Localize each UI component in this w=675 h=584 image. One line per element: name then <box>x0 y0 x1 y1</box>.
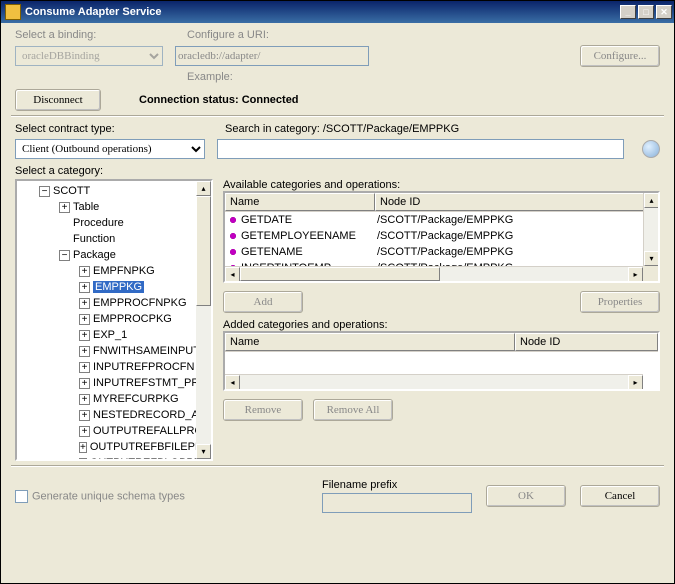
connection-status-label: Connection status: <box>139 94 239 106</box>
configure-button[interactable]: Configure... <box>580 45 660 67</box>
col-header-nodeid[interactable]: Node ID <box>515 333 658 351</box>
properties-button[interactable]: Properties <box>580 291 660 313</box>
search-icon[interactable] <box>642 140 660 158</box>
tree-node[interactable]: Function <box>73 233 115 245</box>
tree-leaf[interactable]: EXP_1 <box>93 329 127 341</box>
available-label: Available categories and operations: <box>223 179 660 191</box>
remove-all-button[interactable]: Remove All <box>313 399 393 421</box>
tree-leaf[interactable]: OUTPUTREFBLOBPROC <box>90 457 213 461</box>
app-icon <box>5 4 21 20</box>
cancel-button[interactable]: Cancel <box>580 485 660 507</box>
window-title: Consume Adapter Service <box>25 6 162 18</box>
tree-leaf[interactable]: OUTPUTREFBFILEPROC <box>90 441 213 453</box>
tree-leaf[interactable]: MYREFCURPKG <box>93 393 179 405</box>
tree-scrollbar[interactable]: ▴ ▾ <box>196 181 211 459</box>
added-list[interactable]: Name Node ID ◂▸ <box>223 331 660 391</box>
tree-leaf[interactable]: NESTEDRECORD_ALL <box>93 409 211 421</box>
ok-button[interactable]: OK <box>486 485 566 507</box>
tree-leaf[interactable]: EMPPROCFNPKG <box>93 297 187 309</box>
list-scrollbar-v[interactable]: ▴▾ <box>643 193 658 266</box>
disconnect-button[interactable]: Disconnect <box>15 89 101 111</box>
maximize-button[interactable]: □ <box>638 5 654 19</box>
tree-leaf[interactable]: INPUTREFPROCFN <box>93 361 194 373</box>
tree-leaf-selected[interactable]: EMPPKG <box>93 281 144 293</box>
example-label: Example: <box>187 71 233 83</box>
filename-prefix-input[interactable] <box>322 493 472 513</box>
list-item[interactable]: GETENAME/SCOTT/Package/EMPPKG <box>225 244 658 260</box>
search-in-category-label: Search in category: <box>225 123 320 135</box>
tree-leaf[interactable]: OUTPUTREFALLPROC <box>93 425 211 437</box>
tree-node[interactable]: Procedure <box>73 217 124 229</box>
col-header-nodeid[interactable]: Node ID <box>375 193 658 211</box>
tree-root[interactable]: SCOTT <box>53 185 90 197</box>
remove-button[interactable]: Remove <box>223 399 303 421</box>
add-button[interactable]: Add <box>223 291 303 313</box>
added-label: Added categories and operations: <box>223 319 660 331</box>
available-list[interactable]: Name Node ID GETDATE/SCOTT/Package/EMPPK… <box>223 191 660 283</box>
close-button[interactable]: ✕ <box>656 5 672 19</box>
tree-leaf[interactable]: EMPFNPKG <box>93 265 155 277</box>
configure-uri-label: Configure a URI: <box>187 29 568 41</box>
binding-select[interactable]: oracleDBBinding <box>15 46 163 66</box>
uri-input[interactable] <box>175 46 369 66</box>
tree-leaf[interactable]: FNWITHSAMEINPUT <box>93 345 200 357</box>
operation-icon <box>228 231 238 241</box>
contract-type-select[interactable]: Client (Outbound operations) <box>15 139 205 159</box>
contract-type-label: Select contract type: <box>15 123 115 135</box>
generate-unique-checkbox[interactable]: Generate unique schema types <box>15 490 185 503</box>
operation-icon <box>228 215 238 225</box>
filename-prefix-label: Filename prefix <box>322 479 472 491</box>
list-item[interactable]: GETEMPLOYEENAME/SCOTT/Package/EMPPKG <box>225 228 658 244</box>
category-tree[interactable]: SCOTT Table Procedure Function Package E… <box>15 179 213 461</box>
search-path: /SCOTT/Package/EMPPKG <box>323 123 459 135</box>
minimize-button[interactable]: _ <box>620 5 636 19</box>
tree-node-package[interactable]: Package <box>73 249 116 261</box>
select-category-label: Select a category: <box>15 165 103 177</box>
connection-status-value: Connected <box>242 94 299 106</box>
col-header-name[interactable]: Name <box>225 333 515 351</box>
list-item[interactable]: GETDATE/SCOTT/Package/EMPPKG <box>225 212 658 228</box>
tree-leaf[interactable]: EMPPROCPKG <box>93 313 172 325</box>
operation-icon <box>228 247 238 257</box>
select-binding-label: Select a binding: <box>15 29 175 41</box>
col-header-name[interactable]: Name <box>225 193 375 211</box>
list-scrollbar-h[interactable]: ◂▸ <box>225 266 643 281</box>
added-scrollbar-h[interactable]: ◂▸ <box>225 374 643 389</box>
tree-node[interactable]: Table <box>73 201 99 213</box>
tree-leaf[interactable]: INPUTREFSTMT_PRO <box>93 377 208 389</box>
search-input[interactable] <box>217 139 624 159</box>
